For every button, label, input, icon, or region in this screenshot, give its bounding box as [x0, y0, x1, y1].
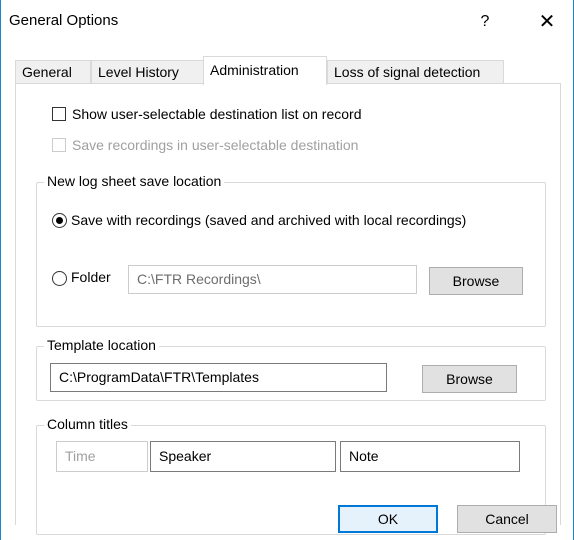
general-options-dialog: General Options ? ✕ General Level Histor…: [0, 0, 574, 540]
save-in-destination-checkbox: [52, 138, 66, 152]
show-destination-list-checkbox[interactable]: [52, 107, 66, 121]
template-location-title: Template location: [44, 337, 159, 353]
template-path-input[interactable]: C:\ProgramData\FTR\Templates: [50, 363, 387, 392]
cancel-button[interactable]: Cancel: [457, 505, 557, 533]
tab-level-history[interactable]: Level History: [91, 60, 204, 84]
ok-button[interactable]: OK: [338, 505, 438, 533]
column-title-speaker[interactable]: Speaker: [150, 441, 336, 472]
tab-loss-of-signal-detection[interactable]: Loss of signal detection: [327, 60, 504, 84]
column-title-note[interactable]: Note: [340, 441, 520, 472]
title-bar: General Options ? ✕: [1, 0, 573, 44]
tab-general[interactable]: General: [15, 60, 91, 84]
template-browse-button[interactable]: Browse: [422, 365, 517, 393]
tab-administration[interactable]: Administration: [203, 56, 327, 85]
folder-radio[interactable]: [52, 271, 67, 286]
log-sheet-location-title: New log sheet save location: [44, 173, 225, 189]
save-with-recordings-label: Save with recordings (saved and archived…: [71, 212, 467, 228]
radio-selected-dot: [56, 217, 63, 224]
log-sheet-location-group: [36, 182, 546, 327]
save-with-recordings-radio[interactable]: [52, 213, 67, 228]
column-title-time: Time: [56, 441, 148, 472]
save-in-destination-label: Save recordings in user-selectable desti…: [72, 137, 359, 153]
window-title: General Options: [9, 12, 119, 29]
close-button[interactable]: ✕: [533, 9, 561, 35]
folder-browse-button[interactable]: Browse: [429, 267, 523, 295]
column-titles-title: Column titles: [44, 416, 131, 432]
folder-label: Folder: [71, 269, 111, 285]
folder-path-input: C:\FTR Recordings\: [128, 265, 417, 294]
help-button[interactable]: ?: [473, 9, 497, 35]
show-destination-list-label: Show user-selectable destination list on…: [72, 106, 362, 122]
administration-panel: Show user-selectable destination list on…: [15, 83, 561, 535]
